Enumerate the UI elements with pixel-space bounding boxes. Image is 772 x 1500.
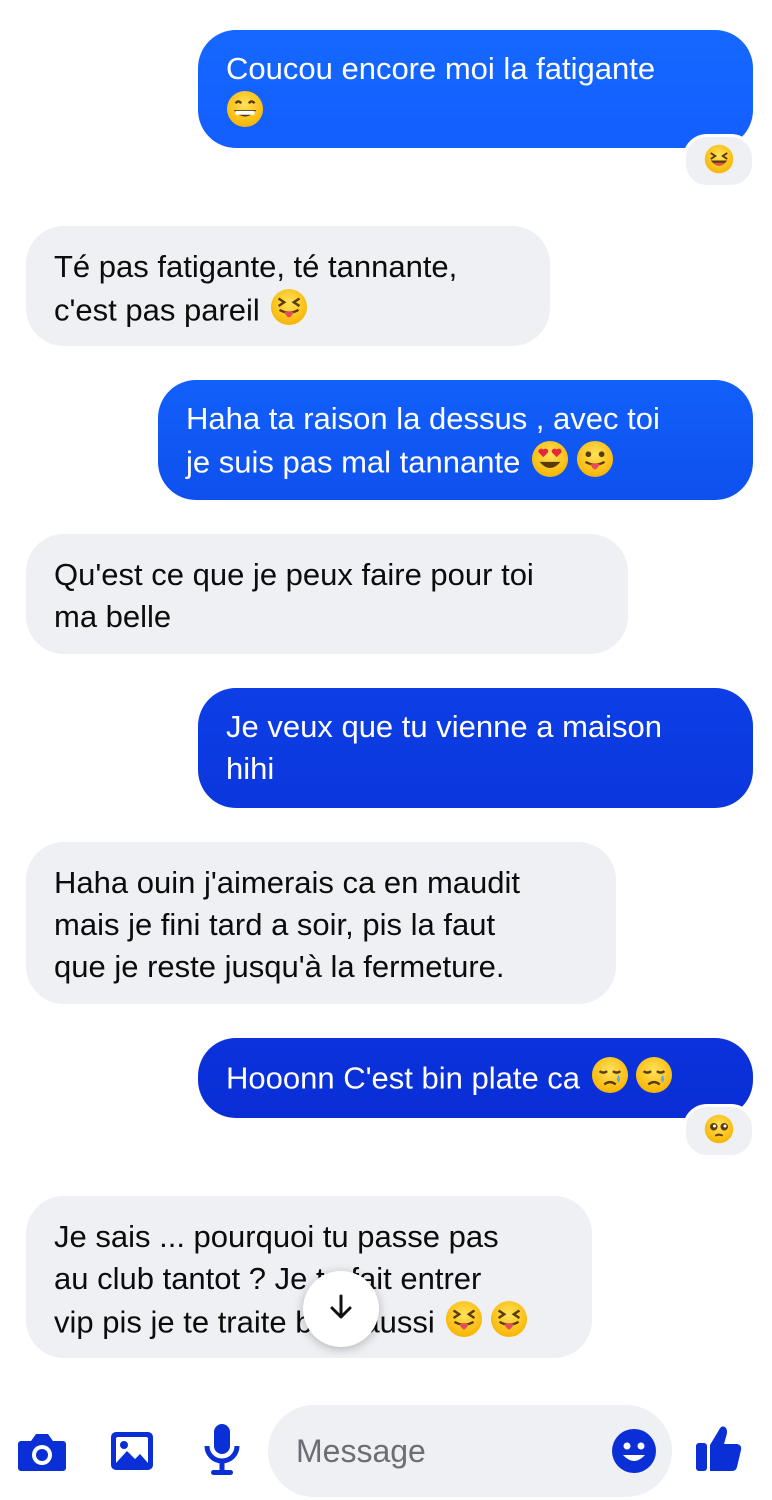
sad-tear-face-emoji bbox=[591, 1056, 629, 1105]
message-line: Je veux que tu vienne a maison bbox=[226, 709, 662, 744]
grinning-face-emoji bbox=[226, 90, 264, 139]
reaction-badge[interactable] bbox=[683, 134, 755, 188]
squinting-tongue-face-emoji bbox=[445, 1300, 483, 1349]
squinting-tongue-face-emoji bbox=[490, 1300, 528, 1349]
message-line: Qu'est ce que je peux faire pour toi bbox=[54, 557, 534, 592]
gallery-icon[interactable] bbox=[106, 1425, 158, 1477]
message-line: Haha ouin j'aimerais ca en maudit bbox=[54, 865, 520, 900]
emoji-icon[interactable] bbox=[608, 1425, 660, 1477]
message-bubble-incoming[interactable]: Qu'est ce que je peux faire pour toi ma … bbox=[26, 534, 628, 654]
camera-icon[interactable] bbox=[16, 1425, 68, 1477]
reaction-badge[interactable] bbox=[683, 1104, 755, 1158]
laughing-face-icon bbox=[704, 144, 734, 179]
message-bubble-incoming[interactable]: Té pas fatigante, té tannante, c'est pas… bbox=[26, 226, 550, 346]
message-line: je suis pas mal tannante bbox=[186, 444, 521, 480]
message-bubble-outgoing[interactable]: Je veux que tu vienne a maison hihi bbox=[198, 688, 753, 808]
message-line: Coucou encore moi la fatigante bbox=[226, 51, 656, 86]
message-line: mais je fini tard a soir, pis la faut bbox=[54, 907, 496, 942]
message-bubble-incoming[interactable]: Je sais ... pourquoi tu passe pas au clu… bbox=[26, 1196, 592, 1358]
message-composer: Message bbox=[0, 1395, 772, 1500]
message-bubble-outgoing[interactable]: Coucou encore moi la fatigante bbox=[198, 30, 753, 148]
message-line: Je sais ... pourquoi tu passe pas bbox=[54, 1219, 499, 1254]
tongue-face-emoji bbox=[576, 440, 614, 489]
message-bubble-incoming[interactable]: Haha ouin j'aimerais ca en maudit mais j… bbox=[26, 842, 616, 1004]
sad-tear-face-emoji bbox=[635, 1056, 673, 1105]
message-bubble-outgoing[interactable]: Hooonn C'est bin plate ca bbox=[198, 1038, 753, 1118]
squinting-tongue-face-emoji bbox=[270, 288, 308, 337]
message-line: que je reste jusqu'à la fermeture. bbox=[54, 949, 505, 984]
scroll-to-bottom-button[interactable] bbox=[303, 1271, 379, 1347]
conversation-thread: Coucou encore moi la fatigante Té pas fa… bbox=[0, 0, 772, 1395]
message-line: Haha ta raison la dessus , avec toi bbox=[186, 401, 660, 436]
pleading-face-icon bbox=[704, 1114, 734, 1149]
message-line: ma belle bbox=[54, 599, 172, 634]
heart-eyes-face-emoji bbox=[531, 440, 569, 489]
message-line: hihi bbox=[226, 751, 275, 786]
message-line: Té pas fatigante, té tannante, bbox=[54, 249, 458, 284]
thumbs-up-icon[interactable] bbox=[690, 1419, 746, 1477]
message-line: Hooonn C'est bin plate ca bbox=[226, 1060, 581, 1096]
message-input[interactable]: Message bbox=[268, 1405, 672, 1497]
message-line: c'est pas pareil bbox=[54, 292, 260, 328]
message-input-placeholder: Message bbox=[296, 1433, 426, 1469]
arrow-down-icon bbox=[326, 1292, 356, 1327]
message-bubble-outgoing[interactable]: Haha ta raison la dessus , avec toi je s… bbox=[158, 380, 753, 500]
microphone-icon[interactable] bbox=[196, 1421, 248, 1479]
